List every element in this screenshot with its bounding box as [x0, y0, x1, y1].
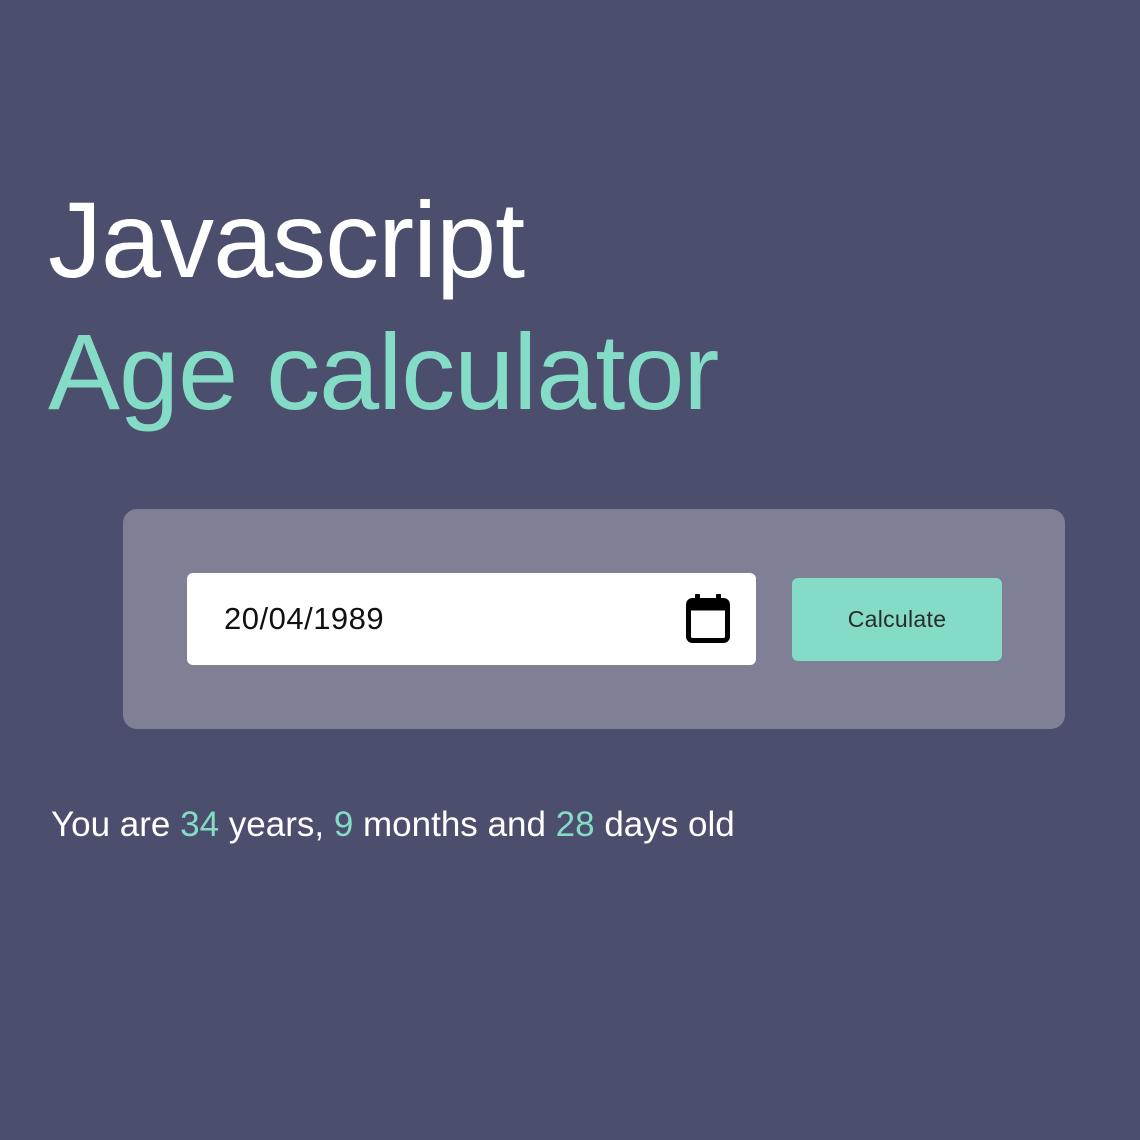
birth-date-value[interactable]: 20/04/1989: [224, 601, 686, 637]
result-months-label: months and: [363, 805, 546, 844]
result-days-label: days old: [604, 805, 735, 844]
birth-date-input[interactable]: 20/04/1989: [187, 573, 756, 665]
result-prefix: You are: [51, 805, 171, 844]
result-years-value: 34: [180, 805, 220, 844]
calculate-button[interactable]: Calculate: [792, 578, 1002, 661]
result-days-value: 28: [555, 805, 595, 844]
calendar-icon[interactable]: [686, 594, 730, 644]
result-years-label: years,: [228, 805, 325, 844]
page-title-line-2: Age calculator: [48, 311, 719, 432]
result-months-value: 9: [333, 805, 354, 844]
page-title-line-1: Javascript: [48, 179, 525, 300]
age-result: You are 34 years, 9 months and 28 days o…: [51, 804, 735, 846]
calculator-card: 20/04/1989 Calculate: [123, 509, 1065, 729]
